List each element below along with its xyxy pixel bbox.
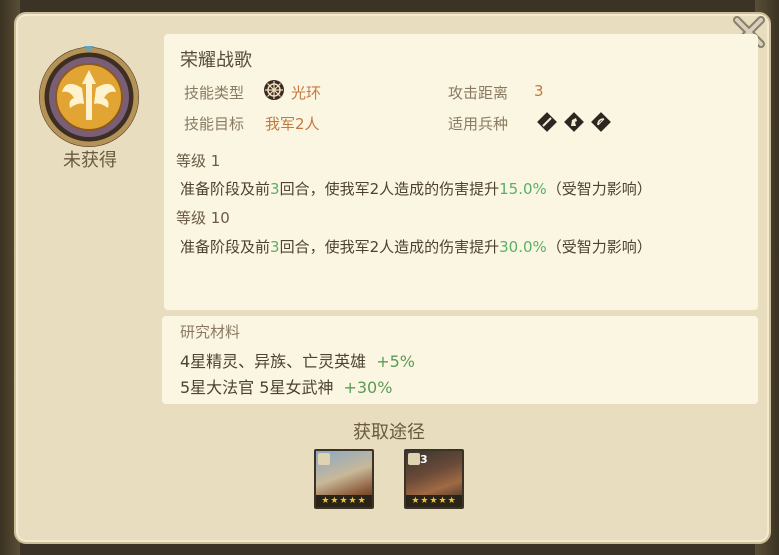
skill-info-card [164, 34, 758, 310]
level-1-label: 等级 1 [176, 152, 221, 170]
skill-type-label: 技能类型 [184, 84, 245, 102]
range-label: 攻击距离 [448, 84, 509, 102]
sword-icon [408, 453, 420, 465]
level-10-label: 等级 10 [176, 209, 230, 227]
horse-icon [564, 112, 584, 132]
acquire-title: 获取途径 [353, 422, 425, 443]
sword-icon [318, 453, 330, 465]
target-value: 我军2人 [265, 115, 320, 133]
skill-badge-icon [34, 40, 144, 150]
bow-icon [591, 112, 611, 132]
hero-stars: ★★★★★ [316, 495, 372, 507]
research-item: 5星大法官 5星女武神 +30% [180, 378, 393, 397]
target-label: 技能目标 [184, 115, 245, 133]
skill-type-value: 光环 [291, 84, 322, 102]
range-value: 3 [534, 82, 544, 100]
hero-stars: ★★★★★ [406, 495, 462, 507]
research-item: 4星精灵、异族、亡灵英雄 +5% [180, 352, 415, 371]
level-10-description: 准备阶段及前3回合，使我军2人造成的伤害提升30.0%（受智力影响） [180, 238, 652, 256]
skill-name: 荣耀战歌 [180, 50, 252, 71]
acquire-status: 未获得 [63, 150, 117, 171]
aura-icon [263, 79, 285, 101]
sword-icon [537, 112, 557, 132]
research-title: 研究材料 [180, 323, 241, 341]
troop-label: 适用兵种 [448, 115, 509, 133]
hero-portrait-1[interactable]: ★★★★★ [314, 449, 374, 509]
hero-portrait-2[interactable]: 3 ★★★★★ [404, 449, 464, 509]
level-1-description: 准备阶段及前3回合，使我军2人造成的伤害提升15.0%（受智力影响） [180, 180, 652, 198]
